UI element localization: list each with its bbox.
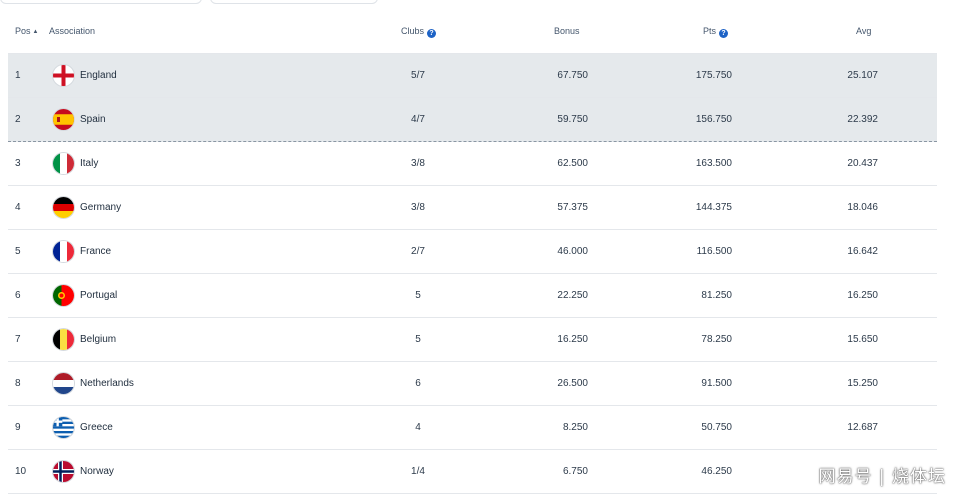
table-row[interactable]: 2 Spain 4/7 59.750 156.750 22.392 bbox=[8, 98, 937, 142]
row-pts: 175.750 bbox=[695, 70, 732, 81]
netherlands-flag-icon bbox=[53, 373, 74, 394]
france-flag-icon bbox=[53, 241, 74, 262]
row-association-name[interactable]: Belgium bbox=[80, 334, 116, 345]
row-pos: 10 bbox=[15, 466, 27, 477]
row-association-name[interactable]: Norway bbox=[80, 466, 114, 477]
row-pos: 7 bbox=[15, 334, 21, 345]
row-pts: 50.750 bbox=[701, 422, 732, 433]
spain-flag-icon bbox=[53, 109, 74, 130]
help-icon[interactable]: ? bbox=[719, 29, 729, 38]
row-pts: 78.250 bbox=[701, 334, 732, 345]
row-clubs: 1/4 bbox=[411, 466, 425, 477]
norway-flag-icon bbox=[53, 461, 74, 482]
row-bonus: 59.750 bbox=[557, 114, 588, 125]
italy-flag-icon bbox=[53, 153, 74, 174]
row-avg: 15.250 bbox=[847, 378, 878, 389]
row-bonus: 57.375 bbox=[557, 202, 588, 213]
row-pts: 81.250 bbox=[701, 290, 732, 301]
row-bonus: 62.500 bbox=[557, 158, 588, 169]
header-bonus: Bonus bbox=[554, 26, 580, 36]
row-avg: 22.392 bbox=[847, 114, 878, 125]
row-pos: 3 bbox=[15, 158, 21, 169]
portugal-flag-icon bbox=[53, 285, 74, 306]
filter-dropdown-right[interactable] bbox=[210, 0, 378, 4]
table-row[interactable]: 4 Germany 3/8 57.375 144.375 18.046 bbox=[8, 186, 937, 230]
table-row[interactable]: 1 England 5/7 67.750 175.750 25.107 bbox=[8, 54, 937, 98]
row-avg: 18.046 bbox=[847, 202, 878, 213]
row-pos: 4 bbox=[15, 202, 21, 213]
row-avg: 20.437 bbox=[847, 158, 878, 169]
row-avg: 15.650 bbox=[847, 334, 878, 345]
greece-flag-icon bbox=[53, 417, 74, 438]
row-association-name[interactable]: Spain bbox=[80, 114, 106, 125]
row-pts: 163.500 bbox=[695, 158, 732, 169]
table-row[interactable]: 3 Italy 3/8 62.500 163.500 20.437 bbox=[8, 142, 937, 186]
help-icon[interactable]: ? bbox=[427, 29, 437, 38]
sort-ascending-icon: ▲ bbox=[32, 29, 39, 35]
row-pts: 46.250 bbox=[701, 466, 732, 477]
table-row[interactable]: 5 France 2/7 46.000 116.500 16.642 bbox=[8, 230, 937, 274]
row-pos: 5 bbox=[15, 246, 21, 257]
row-pos: 9 bbox=[15, 422, 21, 433]
row-association-name[interactable]: Greece bbox=[80, 422, 113, 433]
germany-flag-icon bbox=[53, 197, 74, 218]
row-association-name[interactable]: Italy bbox=[80, 158, 98, 169]
row-avg: 16.642 bbox=[847, 246, 878, 257]
row-pts: 144.375 bbox=[695, 202, 732, 213]
table-header: Pos ▲ Association Clubs? Bonus Pts? Avg bbox=[8, 10, 937, 54]
table-row[interactable]: 6 Portugal 5 22.250 81.250 16.250 bbox=[8, 274, 937, 318]
row-bonus: 67.750 bbox=[557, 70, 588, 81]
row-avg: 16.250 bbox=[847, 290, 878, 301]
row-bonus: 16.250 bbox=[557, 334, 588, 345]
england-flag-icon bbox=[53, 65, 74, 86]
row-bonus: 6.750 bbox=[562, 466, 588, 477]
header-clubs: Clubs? bbox=[401, 26, 437, 38]
row-association-name[interactable]: Germany bbox=[80, 202, 121, 213]
row-pts: 116.500 bbox=[696, 246, 732, 257]
header-pos[interactable]: Pos ▲ bbox=[15, 26, 38, 36]
header-avg: Avg bbox=[856, 26, 872, 36]
row-clubs: 3/8 bbox=[411, 202, 425, 213]
row-pos: 2 bbox=[15, 114, 21, 125]
row-pos: 8 bbox=[15, 378, 21, 389]
row-association-name[interactable]: England bbox=[80, 70, 117, 81]
header-pts: Pts? bbox=[703, 26, 729, 38]
row-bonus: 26.500 bbox=[557, 378, 588, 389]
watermark: 网易号 | 烧体坛 bbox=[818, 467, 946, 487]
row-avg: 25.107 bbox=[847, 70, 878, 81]
row-clubs: 5 bbox=[415, 334, 421, 345]
row-pos: 6 bbox=[15, 290, 21, 301]
row-pts: 156.750 bbox=[695, 114, 732, 125]
row-clubs: 5 bbox=[415, 290, 421, 301]
header-association: Association bbox=[49, 26, 96, 36]
row-pts: 91.500 bbox=[701, 378, 732, 389]
association-ranking-table: Pos ▲ Association Clubs? Bonus Pts? Avg 1… bbox=[8, 10, 937, 494]
row-bonus: 22.250 bbox=[557, 290, 588, 301]
row-clubs: 6 bbox=[415, 378, 421, 389]
row-association-name[interactable]: Portugal bbox=[80, 290, 117, 301]
table-row[interactable]: 9 Greece 4 8.250 50.750 12.687 bbox=[8, 406, 937, 450]
table-row[interactable]: 8 Netherlands 6 26.500 91.500 15.250 bbox=[8, 362, 937, 406]
row-association-name[interactable]: Netherlands bbox=[80, 378, 134, 389]
row-bonus: 46.000 bbox=[557, 246, 588, 257]
row-clubs: 2/7 bbox=[411, 246, 425, 257]
belgium-flag-icon bbox=[53, 329, 74, 350]
row-clubs: 5/7 bbox=[411, 70, 425, 81]
filter-dropdown-left[interactable] bbox=[0, 0, 202, 4]
table-row[interactable]: 7 Belgium 5 16.250 78.250 15.650 bbox=[8, 318, 937, 362]
row-bonus: 8.250 bbox=[562, 422, 588, 433]
row-clubs: 4 bbox=[415, 422, 421, 433]
row-avg: 12.687 bbox=[847, 422, 878, 433]
table-row[interactable]: 10 Norway 1/4 6.750 46.250 bbox=[8, 450, 937, 494]
row-clubs: 3/8 bbox=[411, 158, 425, 169]
row-clubs: 4/7 bbox=[411, 114, 425, 125]
row-association-name[interactable]: France bbox=[80, 246, 111, 257]
row-pos: 1 bbox=[15, 70, 21, 81]
